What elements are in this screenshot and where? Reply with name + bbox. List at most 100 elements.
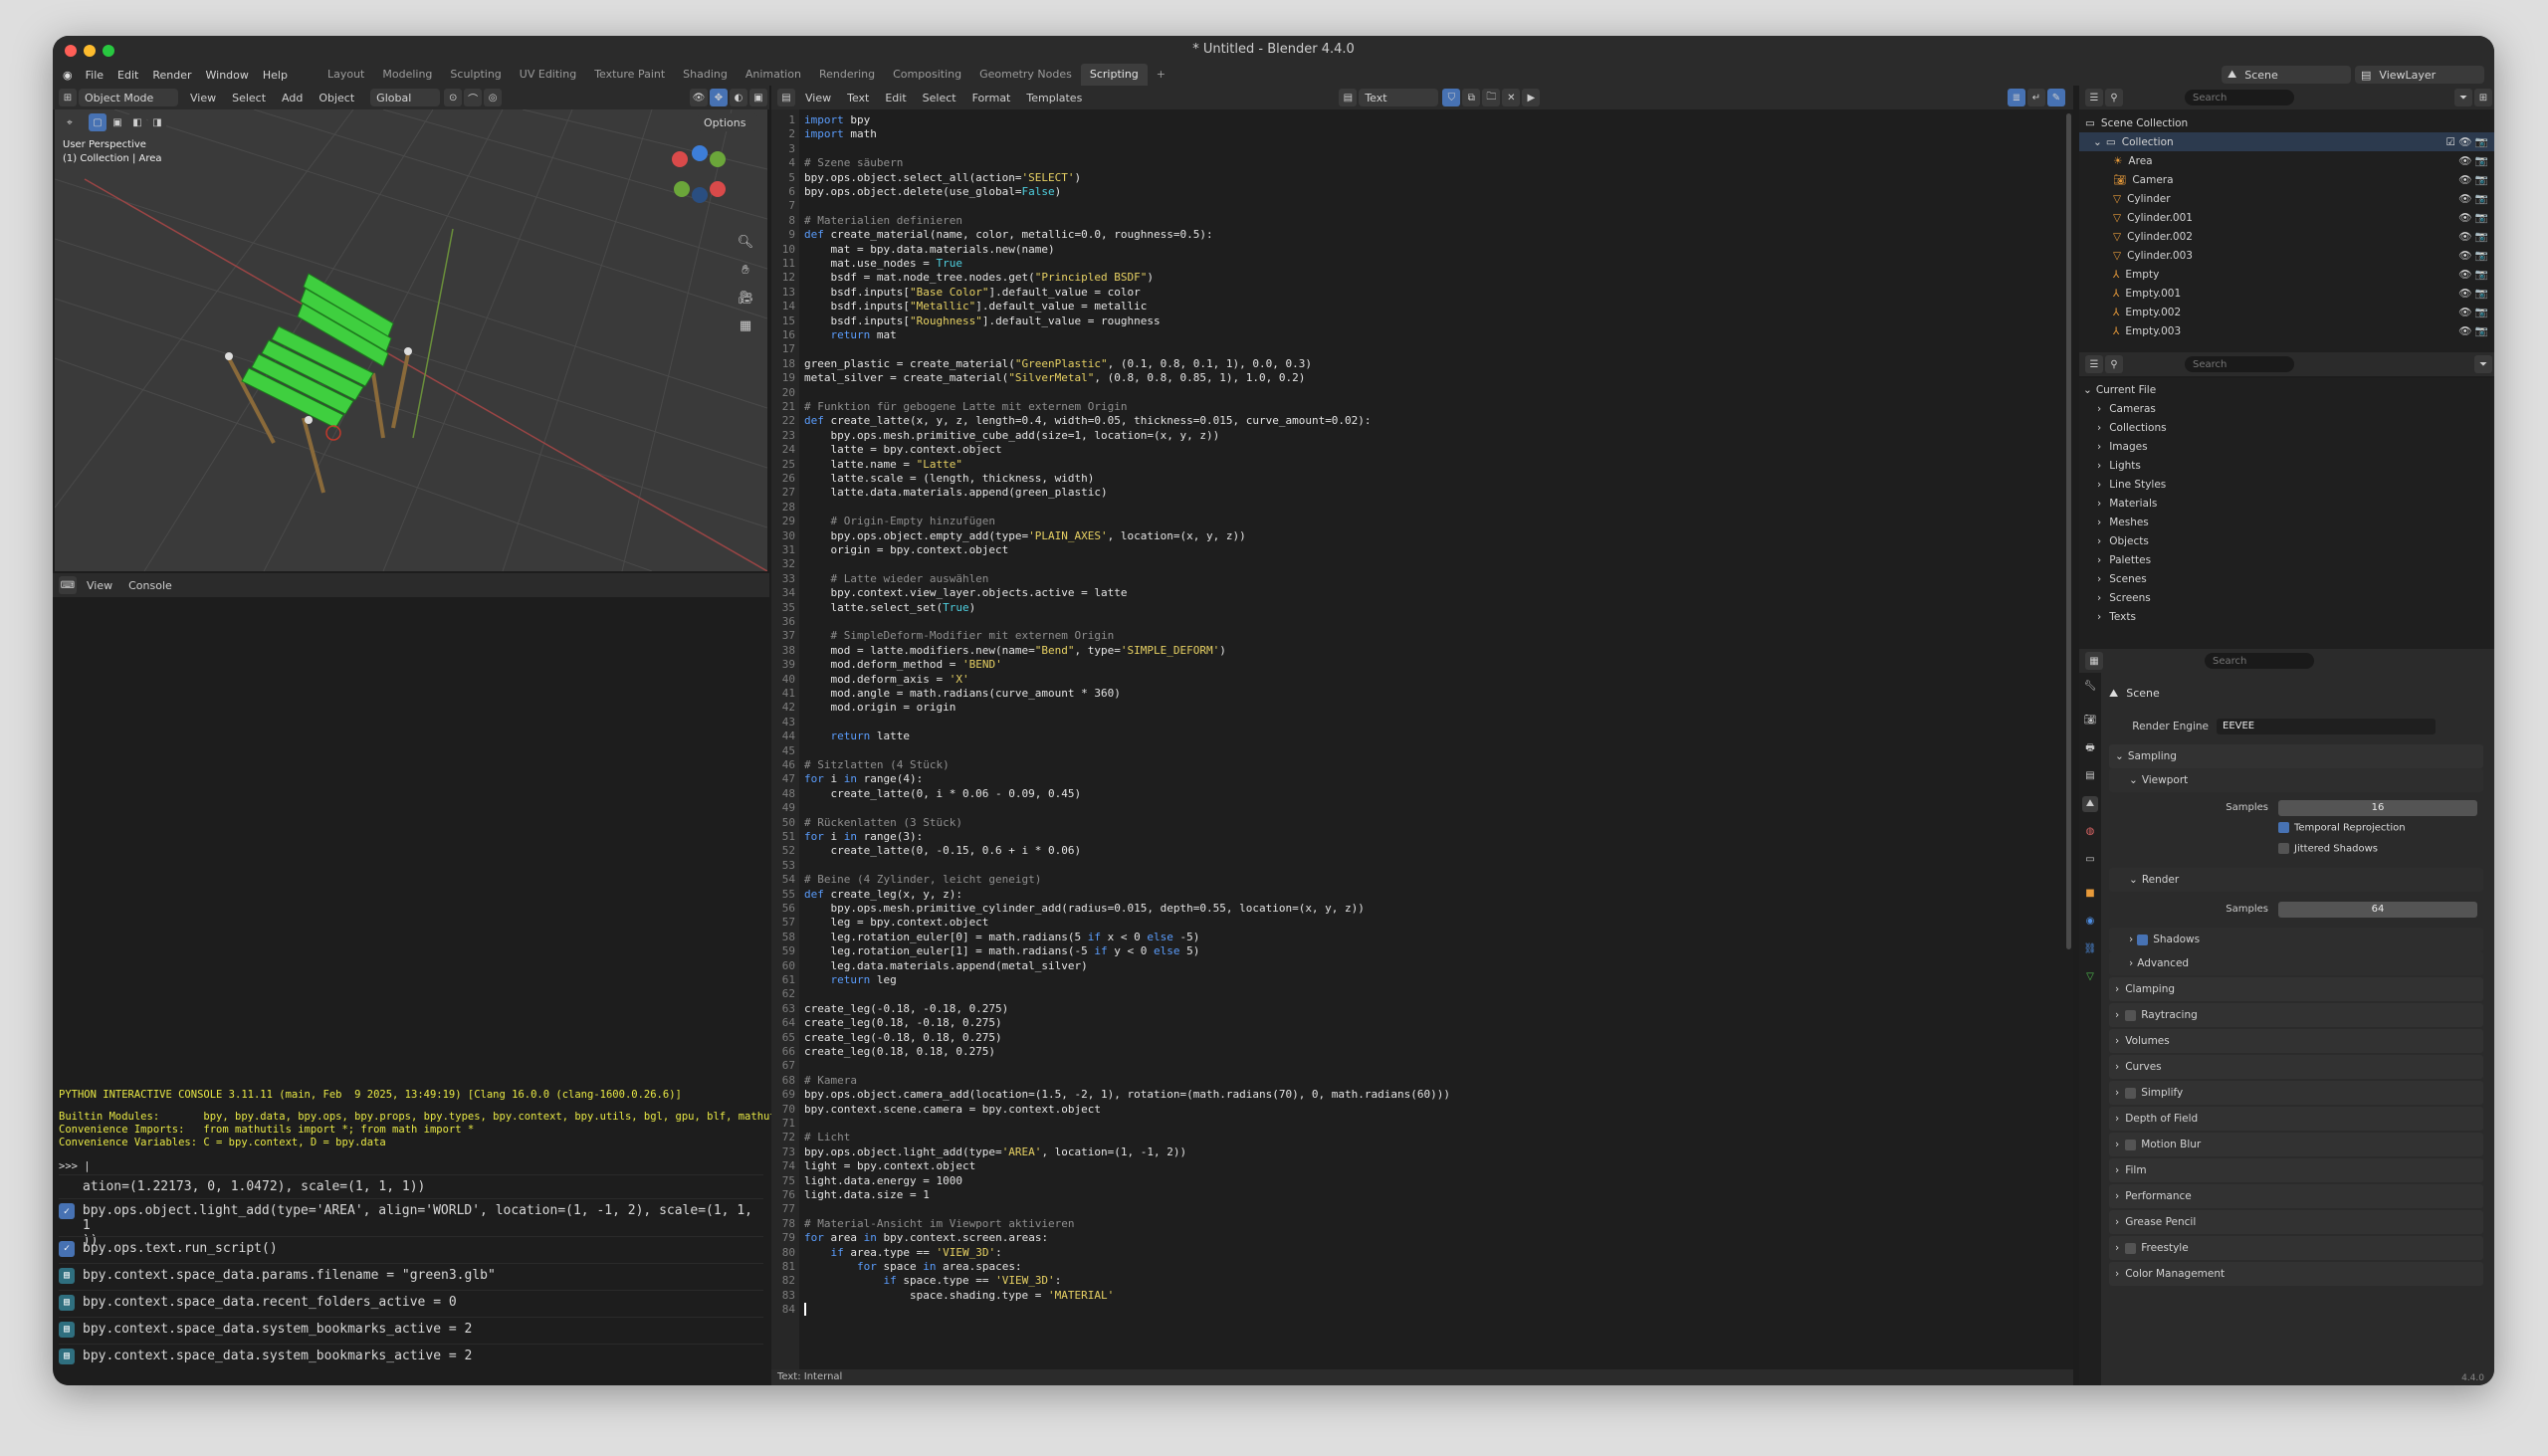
editor-scrollbar[interactable] [2066,113,2071,949]
tab-shading[interactable]: Shading [674,64,737,86]
properties-search-input[interactable]: Search [2205,653,2314,669]
outliner-item[interactable]: ⅄ Empty.003 👁 📷 [2079,321,2494,340]
text-browse-icon[interactable]: ▤ [1339,89,1358,106]
blend-data-item[interactable]: › Images [2079,437,2494,456]
outliner-item[interactable]: ▽ Cylinder.003 👁 📷 [2079,246,2494,265]
current-file-row[interactable]: ⌄ Current File [2079,380,2494,399]
tab-texture-paint[interactable]: Texture Paint [585,64,674,86]
blend-data-mode-icon[interactable]: ⚲ [2105,355,2123,373]
subpanel-render[interactable]: ⌄ Render [2109,868,2483,892]
history-item[interactable]: ▤ bpy.context.space_data.system_bookmarks… [59,1317,763,1341]
expand-arrow-icon[interactable]: › [2097,403,2101,415]
expand-arrow-icon[interactable]: › [2097,517,2101,528]
blend-data-item[interactable]: › Collections [2079,418,2494,437]
panel-raytracing[interactable]: › Raytracing [2109,1003,2483,1027]
console-editor-icon[interactable]: ⌨ [59,576,77,594]
text-menu-format[interactable]: Format [964,92,1019,104]
tab-uv-editing[interactable]: UV Editing [511,64,585,86]
blend-data-item[interactable]: › Texts [2079,607,2494,626]
panel-sampling[interactable]: ⌄ Sampling [2109,744,2483,768]
checkbox-unchecked-icon[interactable] [2125,1139,2137,1150]
history-item[interactable]: ✓ bpy.ops.object.light_add(type='AREA', a… [59,1198,763,1248]
properties-editor[interactable]: 🔧︎ 📷︎ 🖶︎ ▤ ⛰ ◍ ▭ ■ ◉ ⛓ ▽ ⛰ Scene Render E… [2079,673,2494,1385]
unlink-text-icon[interactable]: ✕ [1502,89,1521,106]
snap-icon[interactable]: ⌒ [464,89,483,106]
expand-arrow-icon[interactable]: › [2097,441,2101,453]
outliner-item[interactable]: ☀ Area 👁 📷 [2079,151,2494,170]
display-mode-icon[interactable]: ⚲ [2105,89,2123,106]
console-prompt[interactable]: >>> | [59,1160,91,1172]
panel-freestyle[interactable]: › Freestyle [2109,1236,2483,1260]
menu-window[interactable]: Window [199,69,256,82]
word-wrap-icon[interactable]: ↵ [2027,89,2045,106]
panel-volumes[interactable]: › Volumes [2109,1029,2483,1053]
close-window-button[interactable] [65,45,77,57]
outliner[interactable]: ▭ Scene Collection ⌄ ▭ Collection ☑ 👁 📷 ☀ Are… [2079,109,2494,360]
python-console[interactable]: PYTHON INTERACTIVE CONSOLE 3.11.11 (main… [55,597,795,1385]
expand-arrow-icon[interactable]: › [2097,611,2101,623]
outliner-item[interactable]: ⅄ Empty.002 👁 📷 [2079,303,2494,321]
blend-data-filter-icon[interactable]: ⏷ [2474,355,2492,373]
history-item[interactable]: ▤ bpy.context.space_data.system_bookmarks… [59,1344,763,1367]
blend-data-item[interactable]: › Lights [2079,456,2494,475]
view-layer-selector[interactable]: ▤ ViewLayer [2355,66,2484,84]
tool-cursor-icon[interactable]: ⌖ [61,113,79,131]
console-menu-view[interactable]: View [79,579,120,592]
tab-scripting[interactable]: Scripting [1080,64,1148,86]
viewport-menu-object[interactable]: Object [311,92,362,104]
expand-arrow-icon[interactable]: › [2097,554,2101,566]
xray-icon[interactable]: ▣ [749,89,767,106]
output-tab-icon[interactable]: 🖶︎ [2082,740,2098,756]
visibility-icons[interactable]: ☑ 👁 📷 [2446,135,2489,148]
text-name-field[interactable]: Text [1359,89,1439,106]
blender-logo-icon[interactable]: ◉ [53,69,79,82]
pan-icon[interactable]: ✋︎ [736,257,755,285]
visibility-toggle-icons[interactable]: 👁 📷 [2458,192,2488,205]
select-subtract-icon[interactable]: ◧ [128,113,146,131]
expand-arrow-icon[interactable]: › [2097,422,2101,434]
view-layer-tab-icon[interactable]: ▤ [2082,768,2098,784]
camera-view-icon[interactable]: 🎥︎ [736,285,755,312]
line-numbers-icon[interactable]: ≣ [2008,89,2025,106]
menu-render[interactable]: Render [145,69,198,82]
text-menu-edit[interactable]: Edit [877,92,914,104]
tab-animation[interactable]: Animation [737,64,810,86]
text-editor[interactable]: 1 2 3 4 5 6 7 8 9 10 11 12 13 14 15 16 17 18 19 20 21 22 23 24 2… [771,109,2073,1369]
blend-data-item[interactable]: › Cameras [2079,399,2494,418]
tab-layout[interactable]: Layout [318,64,373,86]
physics-tab-icon[interactable]: ◉ [2082,914,2098,930]
pivot-icon[interactable]: ⊙ [444,89,463,106]
collection-tab-icon[interactable]: ▭ [2082,852,2098,868]
viewport-menu-view[interactable]: View [182,92,224,104]
menu-edit[interactable]: Edit [110,69,145,82]
panel-color-management[interactable]: › Color Management [2109,1262,2483,1286]
options-button[interactable]: Options [698,113,757,131]
run-script-icon[interactable]: ▶ [1522,89,1541,106]
editor-type-icon[interactable]: ⊞ [59,89,77,106]
menu-file[interactable]: File [79,69,110,82]
tab-sculpting[interactable]: Sculpting [441,64,510,86]
menu-help[interactable]: Help [256,69,295,82]
checkbox-unchecked-icon[interactable] [2125,1087,2137,1099]
new-collection-icon[interactable]: ⊞ [2474,89,2492,106]
tab-rendering[interactable]: Rendering [810,64,884,86]
filter-icon[interactable]: ⏷ [2454,89,2472,106]
blend-data-item[interactable]: › Objects [2079,531,2494,550]
expand-arrow-icon[interactable]: › [2097,573,2101,585]
outliner-item[interactable]: ▽ Cylinder.001 👁 📷 [2079,208,2494,227]
blend-data-item[interactable]: › Palettes [2079,550,2494,569]
blend-data-type-icon[interactable]: ☰ [2085,355,2103,373]
syntax-highlight-icon[interactable]: ✎ [2047,89,2065,106]
tab-modeling[interactable]: Modeling [373,64,441,86]
console-menu-console[interactable]: Console [120,579,180,592]
panel-simplify[interactable]: › Simplify [2109,1081,2483,1105]
maximize-window-button[interactable] [103,45,114,57]
select-invert-icon[interactable]: ◨ [148,113,166,131]
open-text-icon[interactable]: 🗀 [1482,89,1501,106]
properties-type-icon[interactable]: ▦ [2085,652,2103,670]
viewport-menu-add[interactable]: Add [274,92,311,104]
expand-arrow-icon[interactable]: › [2097,479,2101,491]
duplicate-text-icon[interactable]: ⧉ [1462,89,1481,106]
constraints-tab-icon[interactable]: ⛓ [2082,941,2098,957]
visibility-toggle-icons[interactable]: 👁 📷 [2458,268,2488,281]
